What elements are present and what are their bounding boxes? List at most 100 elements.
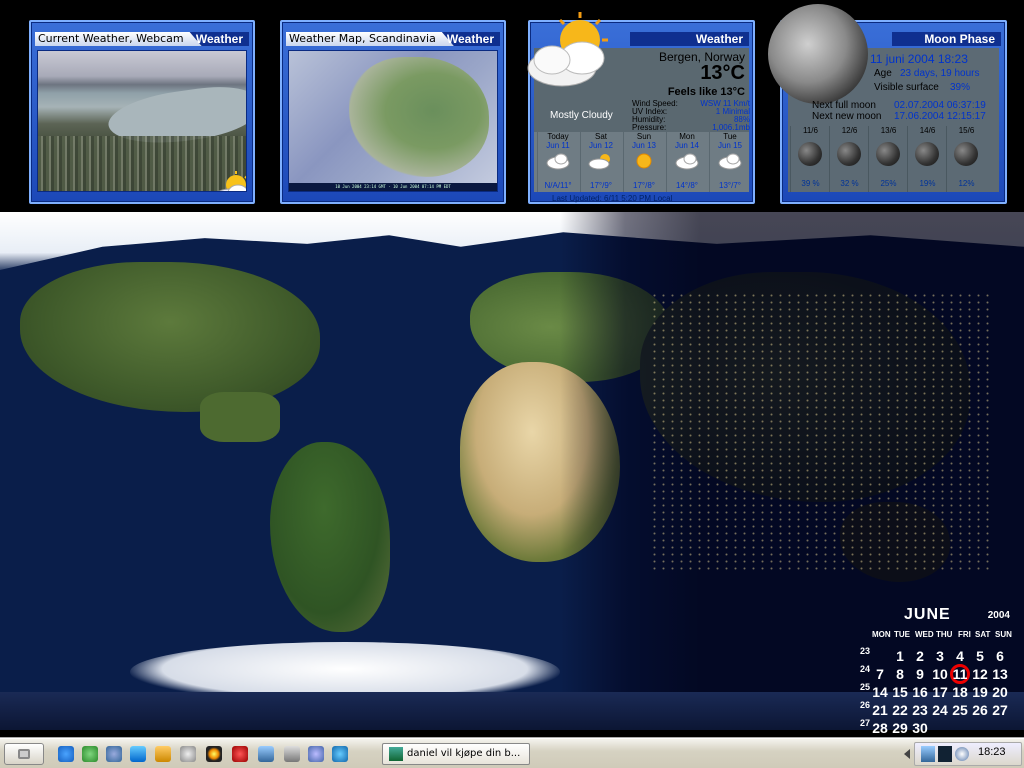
calendar-widget[interactable]: JUNE 2004 MON TUE WED THU FRI SAT SUN 23… [860, 604, 1016, 736]
calendar-day[interactable]: 26 [970, 702, 990, 718]
network-icon[interactable] [82, 746, 98, 762]
moon-day[interactable]: 12/6 32 % [829, 126, 869, 192]
media-player-icon[interactable] [206, 746, 222, 762]
forecast-temp: 17°/8° [633, 181, 655, 190]
moon-day[interactable]: 15/6 12% [946, 126, 986, 192]
calendar-day[interactable]: 27 [990, 702, 1010, 718]
widget-tag: Weather [446, 32, 494, 46]
forecast-day-name: Today [547, 132, 569, 141]
calendar-day[interactable]: 13 [990, 666, 1010, 682]
calendar-day[interactable]: 23 [910, 702, 930, 718]
disc-icon[interactable] [180, 746, 196, 762]
calendar-weekday: TUE [894, 630, 910, 639]
webcam-image[interactable] [37, 50, 247, 192]
calendar-day[interactable]: 24 [930, 702, 950, 718]
calendar-day[interactable]: 1 [890, 648, 910, 664]
central-america [200, 392, 280, 442]
user-icon[interactable] [921, 746, 935, 762]
calendar-day[interactable]: 28 [870, 720, 890, 736]
opera-icon[interactable] [232, 746, 248, 762]
forecast-day[interactable]: Tue Jun 15 13°/7° [709, 132, 750, 192]
south-america [270, 442, 390, 632]
cloud-icon [546, 153, 570, 170]
calendar-day[interactable]: 29 [890, 720, 910, 736]
age-value: 23 days, 19 hours [900, 68, 980, 79]
week-number: 24 [860, 664, 871, 674]
mostly-cloudy-icon [527, 12, 608, 87]
webcam-widget[interactable]: Current Weather, Webcam Weather [29, 20, 255, 204]
moon-phase-widget[interactable]: Moon Phase 11 juni 2004 18:23 Age 23 day… [768, 4, 1007, 204]
start-button[interactable] [4, 743, 44, 765]
widget-header: Weather Map, Scandinavia Weather [286, 32, 500, 46]
current-weather-widget[interactable]: Weather Bergen, Norway 13°C Feels like 1… [527, 12, 755, 204]
printer-icon[interactable] [284, 746, 300, 762]
calendar-day[interactable]: 25 [950, 702, 970, 718]
moon-phase-icon [915, 142, 939, 166]
new-moon-value: 17.06.2004 12:15:17 [894, 111, 986, 122]
calendar-day[interactable]: 12 [970, 666, 990, 682]
age-label: Age [874, 68, 892, 79]
calendar-day[interactable]: 16 [910, 684, 930, 700]
moon-day-pct: 39 % [801, 179, 820, 188]
calendar-day[interactable]: 21 [870, 702, 890, 718]
widget-title: Weather Map, Scandinavia [286, 32, 454, 46]
detail-value: 1,006.1mb [712, 123, 750, 132]
taskbar-clock[interactable]: 18:23 [978, 746, 1006, 758]
tools-icon[interactable] [155, 746, 171, 762]
volume-icon[interactable] [955, 747, 969, 761]
calendar-day[interactable]: 5 [970, 648, 990, 664]
moon-day-pct: 12% [958, 179, 975, 188]
calendar-day[interactable]: 2 [910, 648, 930, 664]
forecast-day[interactable]: Mon Jun 14 14°/8° [666, 132, 707, 192]
forecast-temp: 17°/9° [590, 181, 612, 190]
moon-day[interactable]: 13/6 25% [868, 126, 908, 192]
calendar-day[interactable]: 19 [970, 684, 990, 700]
calendar-day[interactable]: 4 [950, 648, 970, 664]
calendar-day-today[interactable]: 11 [950, 666, 970, 682]
weather-map-widget[interactable]: Weather Map, Scandinavia Weather 10 Jun … [280, 20, 506, 204]
calendar-day[interactable]: 18 [950, 684, 970, 700]
calendar-day[interactable]: 3 [930, 648, 950, 664]
calendar-day[interactable]: 22 [890, 702, 910, 718]
temperature: 13°C [700, 62, 745, 84]
calendar-day[interactable]: 20 [990, 684, 1010, 700]
calendar-day[interactable]: 9 [910, 666, 930, 682]
moon-day[interactable]: 14/6 19% [907, 126, 947, 192]
widget-header: Moon Phase [892, 32, 1001, 46]
calendar-day[interactable]: 7 [870, 666, 890, 682]
calendar-day[interactable]: 8 [890, 666, 910, 682]
calendar-day[interactable]: 30 [910, 720, 930, 736]
moon-date: 11 juni 2004 18:23 [870, 52, 968, 66]
moon-day-pct: 19% [919, 179, 936, 188]
ie-icon[interactable] [332, 746, 348, 762]
moon-day-date: 11/6 [803, 126, 818, 135]
moon-day[interactable]: 11/6 39 % [790, 126, 830, 192]
forecast-day[interactable]: Today Jun 11 N/A/11° [537, 132, 578, 192]
forecast-temp: 13°/7° [719, 181, 741, 190]
computer-icon[interactable] [258, 746, 274, 762]
map-caption: 10 Jun 2004 23:14 GMT · 10 Jun 2004 07:1… [289, 183, 497, 191]
moon-phase-icon [798, 142, 822, 166]
calendar-day[interactable]: 15 [890, 684, 910, 700]
calendar-day[interactable]: 14 [870, 684, 890, 700]
calendar-day[interactable]: 17 [930, 684, 950, 700]
forecast-day[interactable]: Sat Jun 12 17°/9° [580, 132, 621, 192]
tray-expand-icon[interactable] [904, 749, 910, 759]
weather-details: Wind Speed: WSW 11 Km/t UV Index: 1 Minima… [632, 99, 750, 132]
task-app-icon [389, 747, 403, 761]
messenger-icon[interactable] [106, 746, 122, 762]
browser-icon[interactable] [58, 746, 74, 762]
city-lights [650, 292, 990, 572]
window-icon[interactable] [130, 746, 146, 762]
feels-like: Feels like 13°C [667, 86, 745, 98]
monitor-icon[interactable] [938, 746, 952, 762]
calendar-day[interactable]: 6 [990, 648, 1010, 664]
calendar-day[interactable]: 10 [930, 666, 950, 682]
scandinavia-land [349, 57, 489, 177]
satellite-map-image[interactable]: 10 Jun 2004 23:14 GMT · 10 Jun 2004 07:1… [288, 50, 498, 192]
week-number: 23 [860, 646, 871, 656]
forecast-day[interactable]: Sun Jun 13 17°/8° [623, 132, 664, 192]
globe-icon[interactable] [308, 746, 324, 762]
task-button[interactable]: daniel vil kjøpe din b... [382, 743, 530, 765]
widget-title: Current Weather, Webcam [35, 32, 202, 46]
